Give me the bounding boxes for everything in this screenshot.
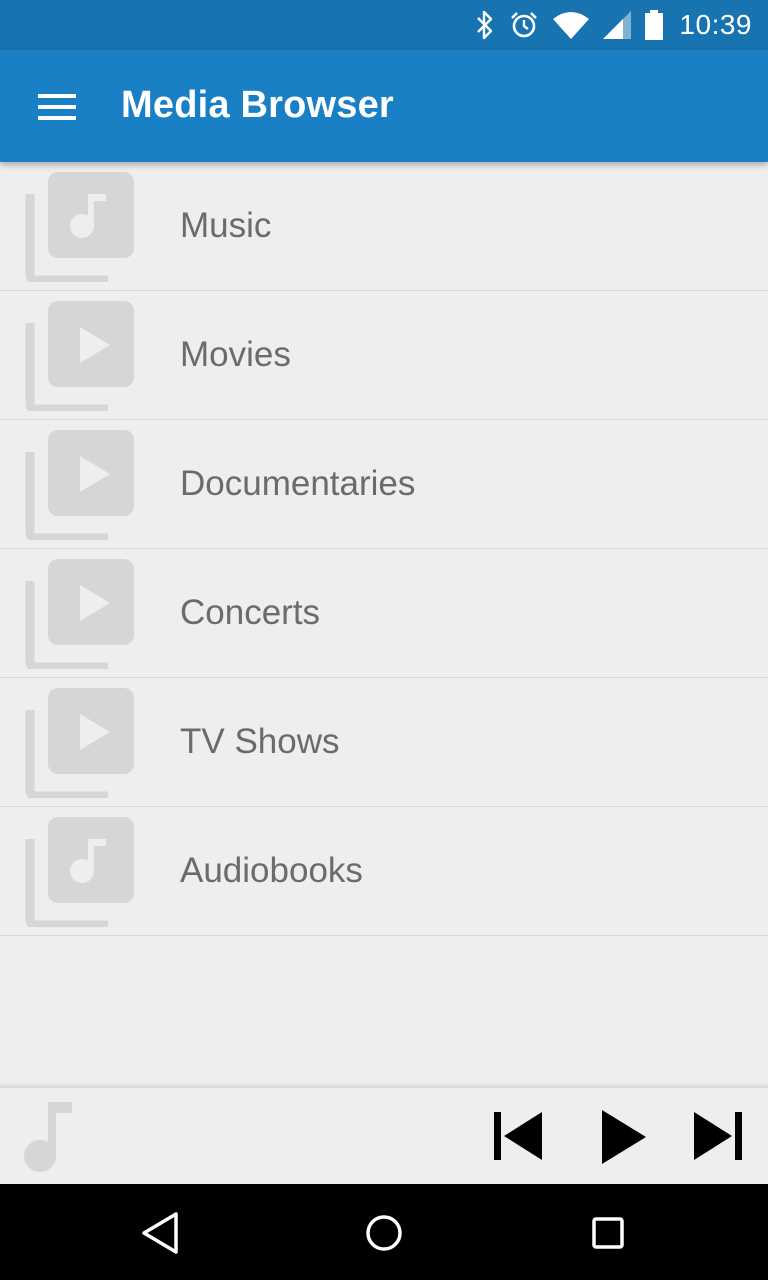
clock: 10:39 (679, 9, 752, 40)
list-item-audiobooks[interactable]: Audiobooks (0, 807, 768, 936)
wifi-icon (553, 11, 590, 39)
app-bar: Media Browser (0, 50, 768, 162)
list-item-label: Movies (180, 335, 291, 374)
menu-button[interactable] (22, 78, 90, 134)
back-button[interactable] (136, 1208, 186, 1258)
list-item-music[interactable]: Music (0, 162, 768, 291)
music-library-icon (24, 817, 136, 930)
music-note-icon (22, 1100, 74, 1179)
skip-next-icon (692, 1110, 744, 1162)
system-navigation-bar (0, 1184, 768, 1280)
list-item-label: Audiobooks (180, 851, 363, 890)
page-title: Media Browser (121, 84, 394, 126)
list-item-concerts[interactable]: Concerts (0, 549, 768, 678)
play-icon (600, 1108, 648, 1166)
status-bar: 10:39 (0, 0, 768, 50)
list-item-label: Music (180, 206, 272, 245)
home-icon (359, 1208, 409, 1258)
player-controls-bar (0, 1086, 768, 1184)
list-item-movies[interactable]: Movies (0, 291, 768, 420)
list-item-label: Concerts (180, 593, 321, 632)
battery-icon (645, 10, 664, 40)
back-icon (136, 1208, 186, 1258)
list-item-tv-shows[interactable]: TV Shows (0, 678, 768, 807)
home-button[interactable] (359, 1208, 409, 1258)
video-library-icon (24, 688, 136, 801)
skip-previous-icon (492, 1110, 544, 1162)
list-item-label: Documentaries (180, 464, 416, 503)
skip-previous-button[interactable] (492, 1110, 544, 1162)
list-item-documentaries[interactable]: Documentaries (0, 420, 768, 549)
cellular-signal-icon (603, 11, 632, 39)
bluetooth-icon (475, 10, 495, 40)
status-icons: 10:39 (475, 0, 752, 50)
play-button[interactable] (600, 1108, 648, 1166)
video-library-icon (24, 301, 136, 414)
music-library-icon (24, 172, 136, 285)
video-library-icon (24, 559, 136, 672)
video-library-icon (24, 430, 136, 543)
media-category-list: Music Movies Documentaries Concerts TV S… (0, 162, 768, 1086)
skip-next-button[interactable] (692, 1110, 744, 1162)
alarm-icon (509, 10, 539, 40)
recents-button[interactable] (583, 1208, 633, 1258)
recents-icon (583, 1208, 633, 1258)
list-item-label: TV Shows (180, 722, 340, 761)
